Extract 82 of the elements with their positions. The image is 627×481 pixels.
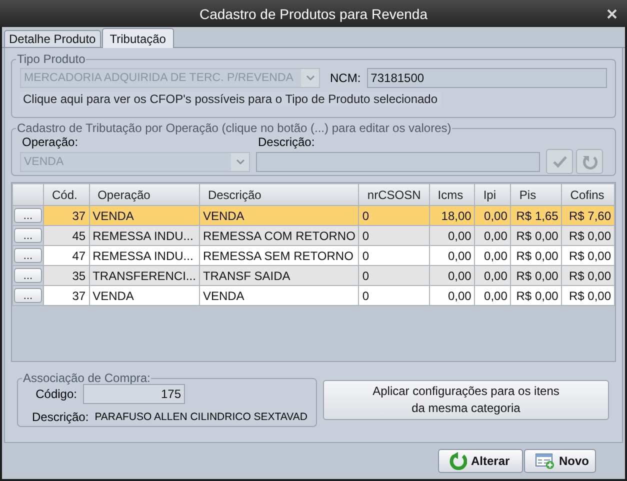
table-cell: 0,00 — [474, 206, 511, 226]
undo-icon — [582, 154, 598, 170]
table-cell: R$ 0,00 — [562, 226, 614, 246]
table-cell: 0 — [358, 266, 430, 286]
group-title: Associação de Compra: — [23, 371, 150, 385]
description-text: PARAFUSO ALLEN CILINDRICO SEXTAVAD — [94, 411, 308, 423]
column-header[interactable]: Cofins — [562, 184, 614, 206]
apply-settings-button[interactable]: Aplicar configurações para os itens da mesma categoria — [323, 380, 609, 420]
close-icon[interactable] — [607, 9, 617, 19]
table-cell: 0,00 — [429, 246, 475, 266]
field-label: Descrição: — [31, 410, 89, 424]
table-cell: R$ 0,00 — [510, 266, 562, 286]
field-label: Operação: — [21, 135, 80, 149]
column-header[interactable]: Descrição — [199, 184, 359, 206]
table-cell: R$ 0,00 — [510, 226, 562, 246]
table-cell: 0,00 — [474, 266, 511, 286]
code-field[interactable]: 175 — [83, 384, 185, 404]
table-row[interactable]: ... 47 REMESSA INDU... REMESSA SEM RETORNO 0 0,00 0,00 R$ 0,00 R$ 0,00 — [12, 246, 614, 266]
table-cell: 35 — [44, 266, 90, 286]
column-header[interactable]: Icms — [429, 184, 475, 206]
field-label: Descrição: — [258, 135, 315, 149]
column-header[interactable]: nrCSOSN — [358, 184, 430, 206]
field-label: Código: — [34, 387, 77, 401]
table-cell: VENDA — [199, 206, 359, 226]
table-cell: VENDA — [89, 286, 200, 306]
description-field[interactable] — [256, 152, 540, 172]
table-cell: VENDA — [89, 206, 200, 226]
table-cell: 0 — [358, 246, 430, 266]
table-cell: 0,00 — [474, 286, 511, 306]
table-cell: 37 — [44, 286, 90, 306]
tab[interactable]: Detalhe Produto — [4, 30, 101, 47]
table-cell: R$ 7,60 — [562, 206, 614, 226]
table-cell: REMESSA INDU... — [89, 246, 200, 266]
table-cell: R$ 1,65 — [510, 206, 562, 226]
row-button[interactable]: ... — [14, 268, 42, 283]
table-cell: R$ 0,00 — [510, 286, 562, 306]
table-cell: 0,00 — [429, 286, 475, 306]
edit-button[interactable]: Alterar — [438, 449, 523, 473]
table-row[interactable]: ... 37 VENDA VENDA 0 18,00 0,00 R$ 1,65 R$ 7,60 — [12, 206, 614, 226]
table-cell: 0,00 — [474, 246, 511, 266]
column-header[interactable]: Ipi — [474, 184, 511, 206]
table-cell: 0,00 — [429, 266, 475, 286]
group-title: Cadastro de Tributação por Operação (clique no botão (...) para editar os valores) — [17, 121, 452, 135]
cfop-link[interactable]: Clique aqui para ver os CFOP's possíveis para o Tipo de Produto selecionado — [20, 92, 441, 106]
group-title: Tipo Produto — [17, 52, 86, 66]
column-header[interactable]: Cód. — [44, 184, 90, 206]
form-plus-icon — [535, 453, 555, 469]
check-icon — [552, 156, 566, 168]
table-cell: TRANSFERENCI... — [89, 266, 200, 286]
table-cell: 0 — [358, 286, 430, 306]
tab[interactable]: Tributação — [102, 28, 174, 48]
field-label: NCM: — [330, 71, 361, 85]
table-cell: 0 — [358, 206, 430, 226]
table-cell: TRANSF SAIDA — [199, 266, 359, 286]
table-row[interactable]: ... 37 VENDA VENDA 0 0,00 0,00 R$ 0,00 R$ 0,00 — [12, 286, 614, 306]
row-button[interactable]: ... — [14, 248, 42, 263]
table-cell: VENDA — [199, 286, 359, 306]
new-button[interactable]: Novo — [524, 449, 596, 473]
table-row[interactable]: ... 45 REMESSA INDU... REMESSA COM RETORNO 0 0,00 0,00 R$ 0,00 R$ 0,00 — [12, 226, 614, 246]
table-cell: 0,00 — [474, 226, 511, 246]
table-cell: 0 — [358, 226, 430, 246]
column-header[interactable]: Pis — [510, 184, 562, 206]
table-cell: R$ 0,00 — [510, 246, 562, 266]
row-button[interactable]: ... — [14, 288, 42, 303]
table-cell: REMESSA COM RETORNO — [199, 226, 359, 246]
row-button[interactable]: ... — [14, 208, 42, 223]
table-cell: REMESSA SEM RETORNO — [199, 246, 359, 266]
table-cell: R$ 0,00 — [562, 266, 614, 286]
table-cell: 18,00 — [429, 206, 475, 226]
table-cell: 37 — [44, 206, 90, 226]
table-cell: 45 — [44, 226, 90, 246]
table-row[interactable]: ... 35 TRANSFERENCI... TRANSF SAIDA 0 0,00 0,00 R$ 0,00 R$ 0,00 — [12, 266, 614, 286]
table-cell: R$ 0,00 — [562, 286, 614, 306]
ncm-field[interactable]: 73181500 — [366, 68, 607, 88]
table-cell: R$ 0,00 — [562, 246, 614, 266]
refresh-icon — [449, 452, 467, 470]
row-button[interactable]: ... — [14, 228, 42, 243]
table-cell: REMESSA INDU... — [89, 226, 200, 246]
table-cell: 0,00 — [429, 226, 475, 246]
window-title: Cadastro de Produtos para Revenda — [199, 6, 428, 22]
column-header[interactable]: Operação — [89, 184, 200, 206]
table-cell: 47 — [44, 246, 90, 266]
